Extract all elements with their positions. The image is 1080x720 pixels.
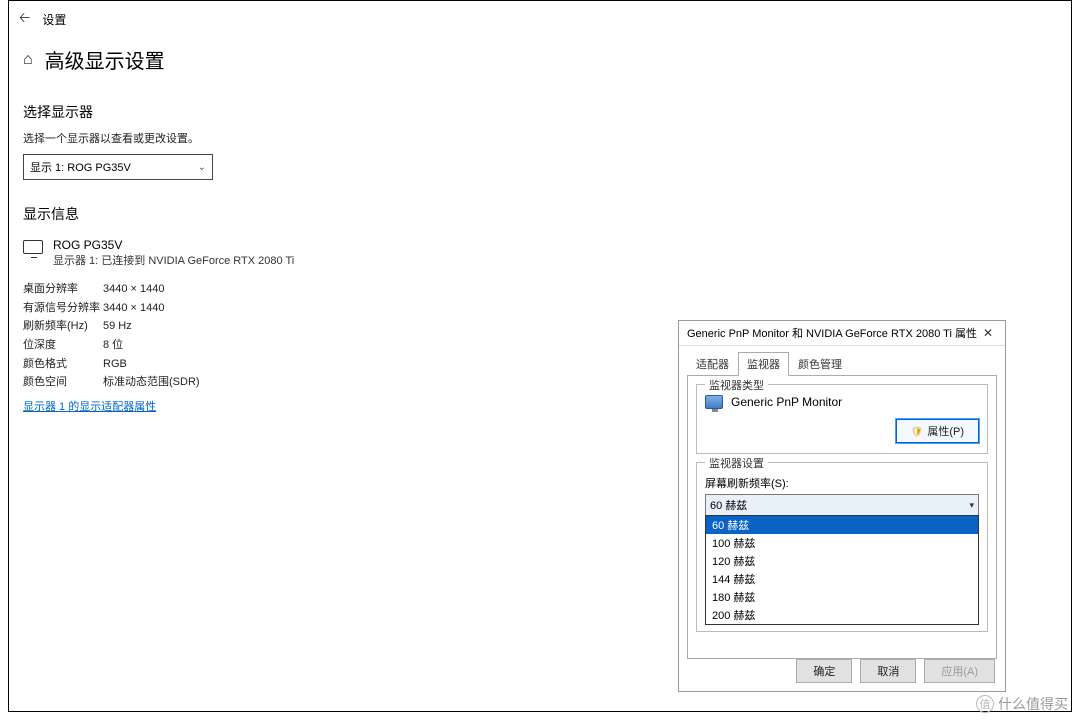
info-row: 有源信号分辨率3440 × 1440 (23, 299, 1057, 318)
refresh-option[interactable]: 60 赫兹 (706, 516, 978, 534)
monitor-settings-group-label: 监视器设置 (705, 455, 768, 471)
refresh-option[interactable]: 100 赫兹 (706, 534, 978, 552)
tab-monitor[interactable]: 监视器 (738, 352, 789, 376)
display-info-heading: 显示信息 (23, 204, 1057, 224)
chevron-down-icon: ▾ (969, 500, 974, 511)
cancel-button[interactable]: 取消 (860, 659, 916, 683)
refresh-option[interactable]: 200 赫兹 (706, 606, 978, 624)
apply-button[interactable]: 应用(A) (924, 659, 995, 683)
tab-color-management[interactable]: 颜色管理 (789, 352, 851, 376)
monitor-properties-button[interactable]: 🛡属性(P) (896, 419, 979, 443)
page-title: 高级显示设置 (45, 45, 165, 74)
select-display-hint: 选择一个显示器以查看或更改设置。 (23, 130, 1057, 146)
refresh-option[interactable]: 144 赫兹 (706, 570, 978, 588)
watermark: 值 什么值得买 (976, 694, 1068, 714)
home-icon[interactable]: ⌂ (23, 51, 33, 69)
display-selector[interactable]: 显示 1: ROG PG35V ⌄ (23, 154, 213, 180)
ok-button[interactable]: 确定 (796, 659, 852, 683)
monitor-name: ROG PG35V (53, 238, 294, 252)
shield-icon: 🛡 (911, 427, 924, 438)
refresh-option[interactable]: 180 赫兹 (706, 588, 978, 606)
monitor-icon (23, 240, 43, 254)
monitor-properties-dialog: Generic PnP Monitor 和 NVIDIA GeForce RTX… (678, 320, 1006, 692)
watermark-badge: 值 (976, 695, 994, 713)
display-selector-value: 显示 1: ROG PG35V (30, 159, 131, 175)
refresh-rate-combobox[interactable]: 60 赫兹 ▾ (705, 494, 979, 516)
monitor-type-group-label: 监视器类型 (705, 377, 768, 393)
chevron-down-icon: ⌄ (198, 162, 206, 173)
refresh-rate-dropdown: 60 赫兹 100 赫兹 120 赫兹 144 赫兹 180 赫兹 200 赫兹 (705, 515, 979, 625)
tab-adapter[interactable]: 适配器 (687, 352, 738, 376)
monitor-desc: 显示器 1: 已连接到 NVIDIA GeForce RTX 2080 Ti (53, 252, 294, 268)
refresh-rate-label: 屏幕刷新频率(S): (705, 475, 979, 491)
watermark-text: 什么值得买 (998, 694, 1068, 714)
back-icon[interactable]: 🡠 (19, 7, 30, 31)
window-title: 设置 (42, 11, 66, 28)
info-row: 桌面分辨率3440 × 1440 (23, 280, 1057, 299)
adapter-properties-link[interactable]: 显示器 1 的显示适配器属性 (23, 398, 156, 414)
monitor-icon (705, 395, 723, 409)
refresh-rate-value: 60 赫兹 (710, 497, 747, 513)
refresh-option[interactable]: 120 赫兹 (706, 552, 978, 570)
close-icon[interactable]: ✕ (979, 326, 997, 340)
select-display-heading: 选择显示器 (23, 102, 1057, 122)
dialog-title: Generic PnP Monitor 和 NVIDIA GeForce RTX… (687, 325, 977, 341)
dialog-monitor-name: Generic PnP Monitor (731, 395, 842, 409)
